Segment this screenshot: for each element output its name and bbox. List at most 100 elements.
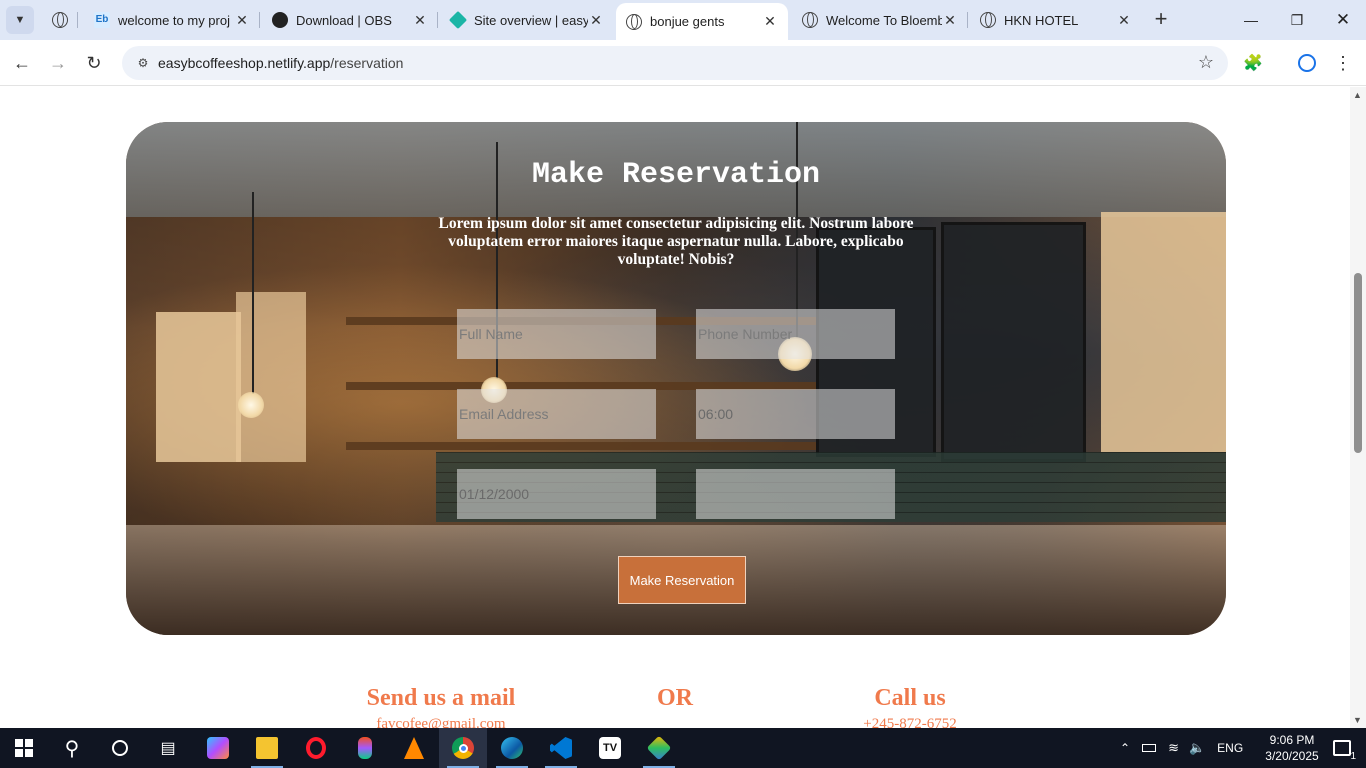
restore-button[interactable]: ❐ — [1274, 0, 1320, 40]
battery-icon[interactable] — [1142, 744, 1157, 752]
figma-icon — [358, 737, 372, 759]
taskbar-edge[interactable] — [488, 728, 536, 768]
taskbar-figma[interactable] — [341, 728, 389, 768]
extra-input[interactable] — [696, 469, 895, 519]
url-path: /reservation — [330, 55, 404, 71]
tab-title: Welcome To Bloemb — [826, 12, 942, 28]
forward-button[interactable]: → — [44, 49, 72, 77]
cortana-button[interactable] — [96, 728, 144, 768]
tab-download-obs[interactable]: Download | OBS ✕ — [262, 0, 438, 40]
taskbar-vlc[interactable] — [390, 728, 438, 768]
taskbar-tradingview[interactable]: TV — [586, 728, 634, 768]
language-indicator[interactable]: ENG — [1217, 741, 1243, 755]
scroll-thumb[interactable] — [1354, 273, 1362, 453]
windows-logo-icon — [15, 739, 33, 757]
chevron-down-icon: ▼ — [14, 14, 26, 26]
vscode-icon — [550, 737, 572, 759]
browser-toolbar: ← → ↻ ⚙ easybcoffeeshop.netlify.app/rese… — [0, 40, 1366, 86]
notification-count: 1 — [1350, 751, 1356, 762]
task-view-button[interactable]: ▤ — [144, 728, 192, 768]
menu-board — [1101, 212, 1226, 452]
globe-icon — [802, 12, 818, 28]
make-reservation-button[interactable]: Make Reservation — [618, 556, 746, 604]
taskbar-opera[interactable] — [292, 728, 340, 768]
tab-search-button[interactable]: ▼ — [6, 6, 34, 34]
page-scrollbar[interactable]: ▲ ▼ — [1350, 87, 1366, 728]
tab-pinned[interactable] — [42, 0, 78, 40]
back-button[interactable]: ← — [8, 49, 36, 77]
arrow-right-icon: → — [49, 52, 67, 73]
close-icon[interactable]: ✕ — [762, 13, 778, 30]
tab-hkn-hotel[interactable]: HKN HOTEL ✕ — [970, 0, 1142, 40]
tab-title: bonjue gents — [650, 14, 725, 29]
chrome-icon — [452, 737, 474, 759]
time-input[interactable]: 06:00 — [696, 389, 895, 439]
scroll-down-arrow-icon[interactable]: ▼ — [1353, 715, 1362, 725]
page-viewport: Make Reservation Lorem ipsum dolor sit a… — [0, 87, 1366, 728]
phone-number-input[interactable]: Phone Number — [696, 309, 895, 359]
close-icon[interactable]: ✕ — [1116, 12, 1132, 28]
email-address-input[interactable]: Email Address — [457, 389, 656, 439]
tab-bonjue-gents[interactable]: bonjue gents ✕ — [616, 3, 788, 40]
task-view-icon: ▤ — [160, 740, 176, 757]
eb-favicon-icon: Eb — [94, 12, 110, 28]
bookmark-star-icon[interactable]: ☆ — [1198, 52, 1214, 73]
chevron-up-icon[interactable]: ⌃ — [1120, 741, 1130, 755]
extensions-icon[interactable]: 🧩 — [1240, 50, 1266, 76]
vlc-cone-icon — [404, 737, 424, 759]
reservation-hero: Make Reservation Lorem ipsum dolor sit a… — [126, 122, 1226, 635]
git-tool-icon — [646, 735, 672, 761]
search-icon: ⚲ — [64, 737, 80, 760]
taskbar-git-tool[interactable] — [635, 728, 683, 768]
tab-site-overview[interactable]: Site overview | easyb ✕ — [440, 0, 614, 40]
phone-number-link[interactable]: +245-872-6752 — [830, 716, 990, 728]
wifi-icon[interactable]: ≋ — [1168, 740, 1179, 756]
edge-icon — [501, 737, 523, 759]
globe-icon — [626, 13, 642, 30]
clock-time: 9:06 PM — [1269, 733, 1315, 747]
menu-kebab-icon[interactable]: ⋮ — [1330, 50, 1356, 76]
mail-heading: Send us a mail — [366, 685, 516, 711]
tab-welcome-project[interactable]: Eb welcome to my proj ✕ — [84, 0, 260, 40]
poster — [156, 312, 241, 462]
search-button[interactable]: ⚲ — [48, 728, 96, 768]
opera-icon — [306, 737, 326, 759]
close-icon[interactable]: ✕ — [412, 12, 428, 28]
taskbar-copilot[interactable] — [194, 728, 242, 768]
volume-icon[interactable]: 🔈 — [1189, 740, 1205, 756]
notification-center-button[interactable]: 1 — [1318, 728, 1366, 768]
restore-icon: ❐ — [1290, 11, 1304, 28]
url-text: easybcoffeeshop.netlify.app/reservation — [158, 55, 403, 71]
minimize-button[interactable]: — — [1228, 0, 1274, 40]
menu-board — [941, 222, 1086, 462]
address-bar[interactable]: ⚙ easybcoffeeshop.netlify.app/reservatio… — [122, 46, 1228, 80]
start-button[interactable] — [0, 728, 48, 768]
scroll-up-arrow-icon[interactable]: ▲ — [1353, 90, 1362, 100]
profile-icon[interactable] — [1294, 50, 1320, 76]
taskbar-clock[interactable]: 9:06 PM 3/20/2025 — [1262, 732, 1322, 764]
reservation-description: Lorem ipsum dolor sit amet consectetur a… — [438, 215, 914, 268]
plus-icon: + — [1154, 6, 1168, 31]
time-value: 06:00 — [698, 406, 734, 422]
poster — [236, 292, 306, 462]
mail-address-link[interactable]: favcofee@gmail.com — [341, 716, 541, 728]
globe-icon — [980, 12, 996, 28]
tab-welcome-bloemb[interactable]: Welcome To Bloemb ✕ — [792, 0, 968, 40]
browser-tabstrip: ▼ Eb welcome to my proj ✕ Download | OBS… — [0, 0, 1366, 40]
close-icon[interactable]: ✕ — [942, 12, 958, 28]
or-label: OR — [657, 685, 693, 711]
close-icon[interactable]: ✕ — [234, 12, 250, 28]
lamp — [238, 392, 264, 418]
taskbar-vscode[interactable] — [537, 728, 585, 768]
taskbar-chrome[interactable] — [439, 728, 487, 768]
full-name-input[interactable]: Full Name — [457, 309, 656, 359]
reload-button[interactable]: ↻ — [80, 49, 108, 77]
date-input[interactable]: 01/12/2000 — [457, 469, 656, 519]
close-icon[interactable]: ✕ — [588, 12, 604, 28]
close-window-button[interactable]: ✕ — [1320, 0, 1366, 40]
new-tab-button[interactable]: + — [1150, 6, 1172, 31]
site-info-icon[interactable]: ⚙ — [132, 52, 154, 74]
phone-placeholder: Phone Number — [698, 326, 793, 342]
reservation-title: Make Reservation — [531, 158, 821, 192]
taskbar-file-explorer[interactable] — [243, 728, 291, 768]
